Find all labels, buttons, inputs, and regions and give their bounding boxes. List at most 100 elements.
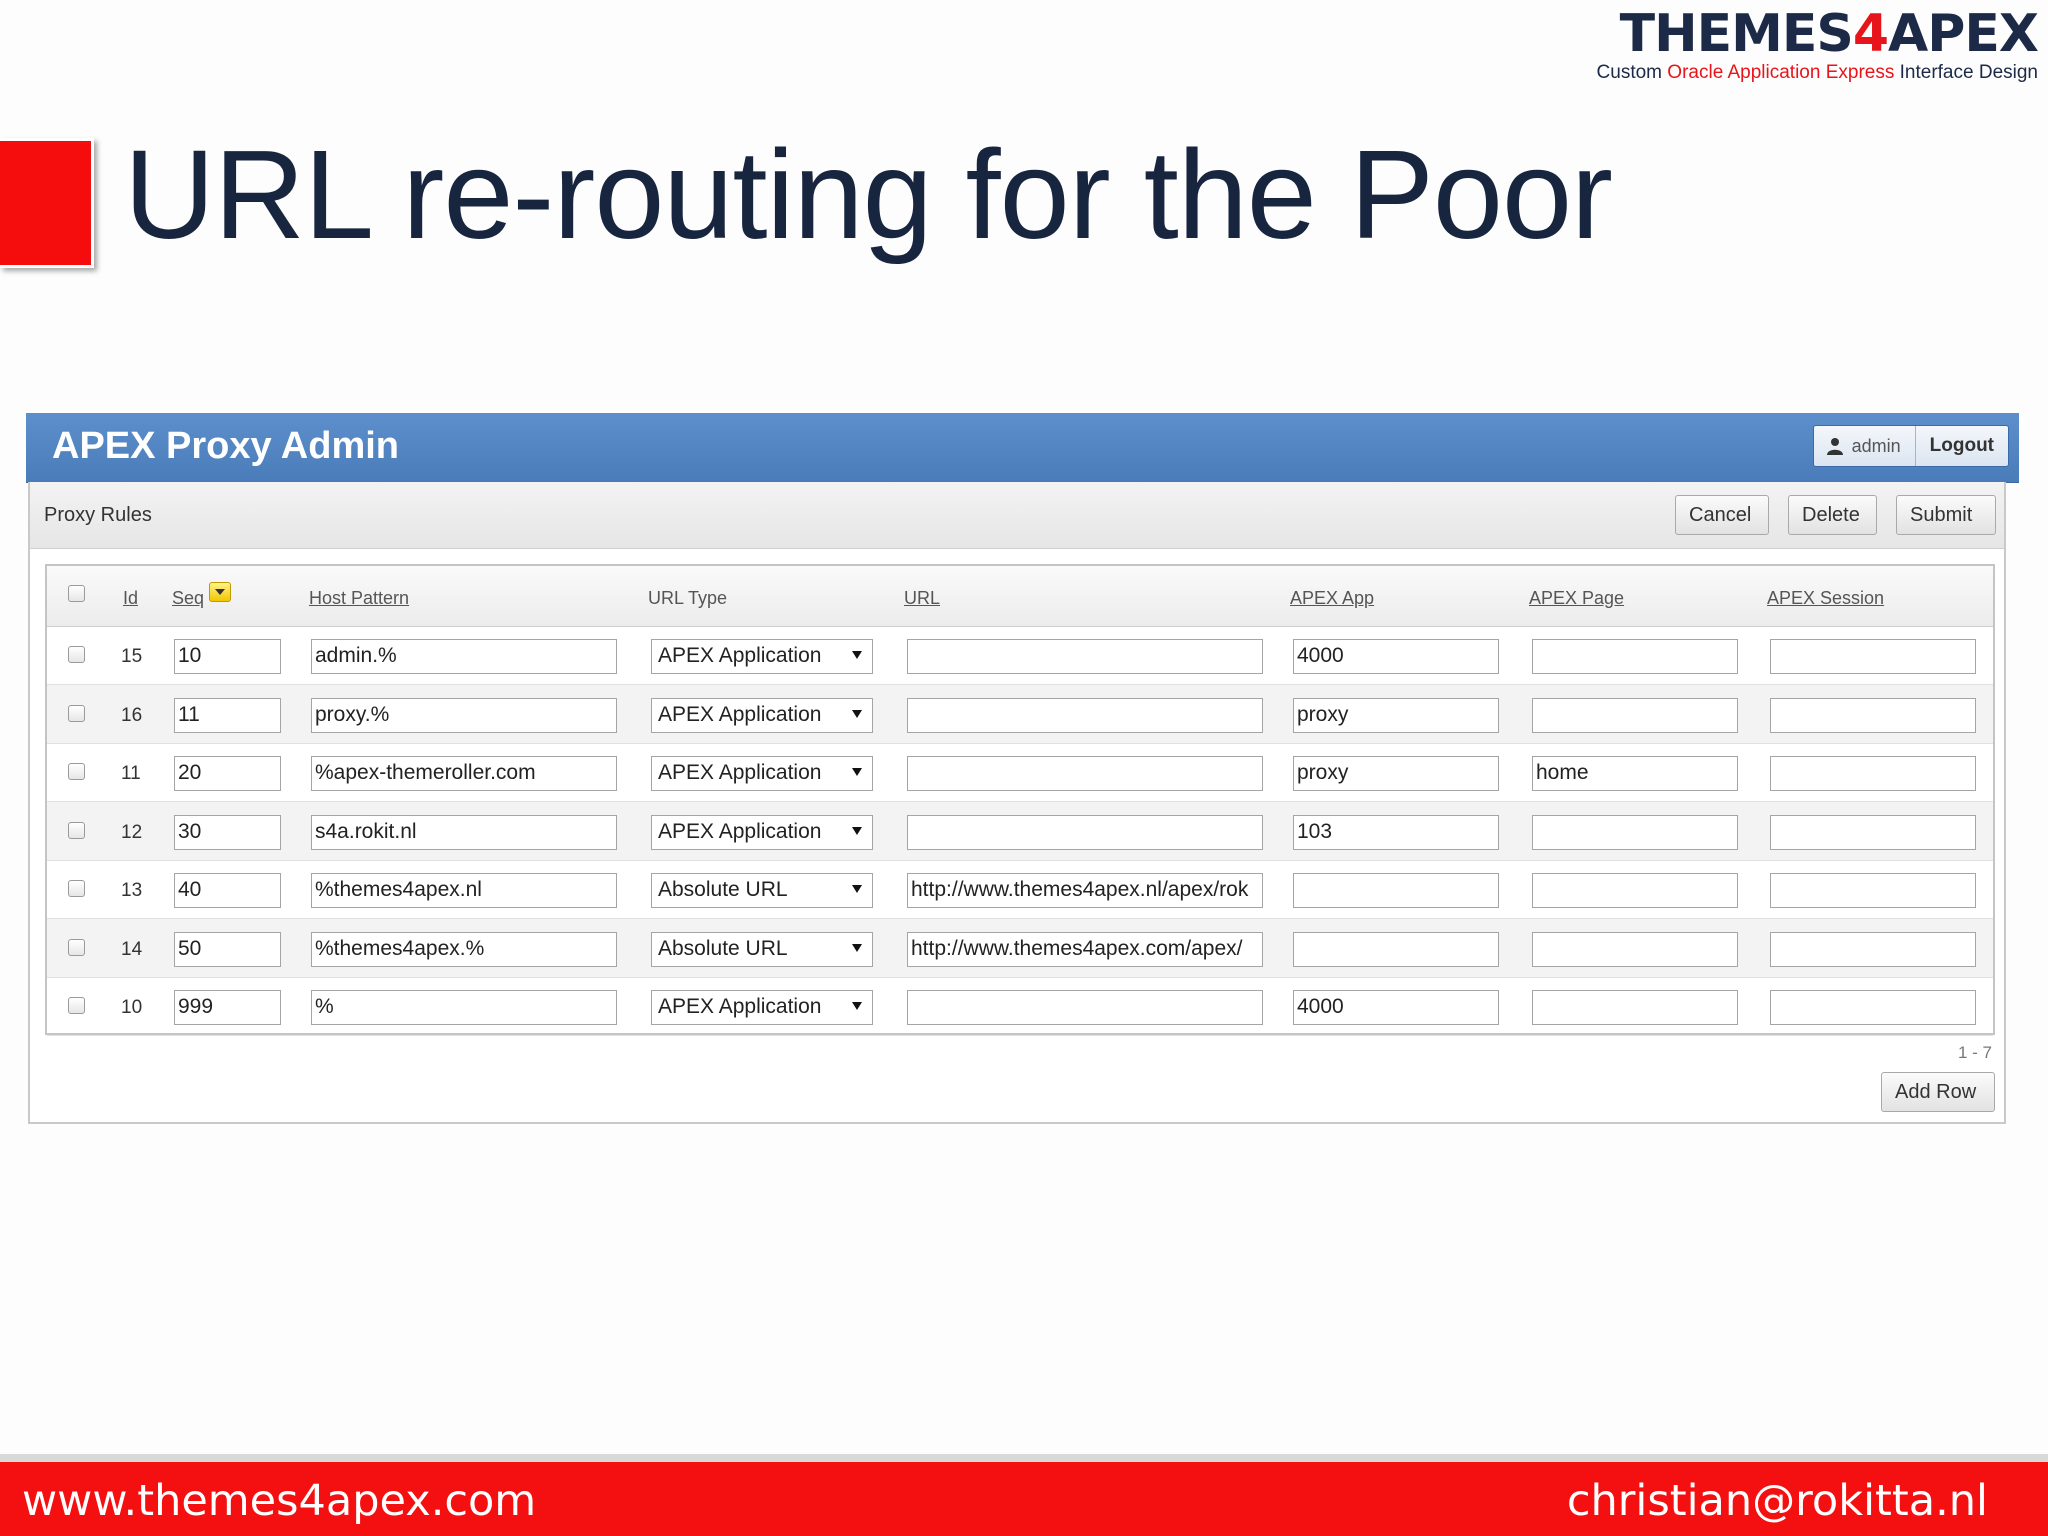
url-input[interactable]: http://www.themes4apex.nl/apex/rok <box>907 873 1263 908</box>
apex-session-input[interactable] <box>1770 990 1976 1025</box>
col-header-url[interactable]: URL <box>904 588 940 609</box>
dropdown-arrow-icon <box>852 651 862 659</box>
host-pattern-input[interactable]: admin.% <box>311 639 617 674</box>
red-accent-square <box>0 138 94 268</box>
row-select-checkbox[interactable] <box>68 763 85 780</box>
logo-wordmark: THEMES4APEX <box>1619 4 2039 64</box>
apex-page-input[interactable] <box>1532 639 1738 674</box>
row-id: 12 <box>121 821 143 843</box>
seq-input[interactable]: 30 <box>174 814 281 850</box>
url-type-value: APEX Application <box>658 819 822 843</box>
col-header-apex-app[interactable]: APEX App <box>1290 588 1374 609</box>
slide-footer: www.themes4apex.com christian@rokitta.nl <box>0 1462 2048 1536</box>
user-icon <box>1826 438 1843 455</box>
app-title: APEX Proxy Admin <box>52 425 400 467</box>
pagination-info: 1 - 7 <box>1958 1043 1993 1062</box>
footer-email: christian@rokitta.nl <box>1566 1476 1988 1526</box>
apex-session-input[interactable] <box>1770 931 1976 967</box>
cancel-button[interactable]: Cancel <box>1675 495 1769 535</box>
dropdown-arrow-icon <box>852 1002 862 1010</box>
apex-page-input[interactable] <box>1532 931 1738 967</box>
footer-divider <box>0 1454 2048 1462</box>
apex-session-input[interactable] <box>1770 639 1976 674</box>
url-type-select[interactable]: APEX Application <box>651 990 873 1025</box>
col-header-apex-session[interactable]: APEX Session <box>1767 588 1884 609</box>
url-type-select[interactable]: APEX Application <box>651 639 873 674</box>
table-row: 16 11 proxy.% APEX Application proxy <box>47 684 1993 744</box>
host-pattern-input[interactable]: %themes4apex.nl <box>311 873 617 908</box>
apex-session-input[interactable] <box>1770 697 1976 733</box>
apex-page-input[interactable]: home <box>1532 756 1738 791</box>
table-row: 14 50 %themes4apex.% Absolute URL http://www… <box>47 918 1993 978</box>
url-input[interactable] <box>907 756 1263 791</box>
apex-app-input[interactable]: 103 <box>1293 814 1499 850</box>
sort-descending-icon[interactable] <box>209 582 231 602</box>
apex-proxy-admin-window: APEX Proxy Admin admin Logout Proxy Rule… <box>26 413 2019 1125</box>
row-id: 13 <box>121 880 143 901</box>
dropdown-arrow-icon <box>852 768 862 776</box>
url-input[interactable] <box>907 990 1263 1025</box>
col-header-seq[interactable]: Seq <box>172 588 204 609</box>
seq-input[interactable]: 10 <box>174 639 281 674</box>
host-pattern-input[interactable]: proxy.% <box>311 697 617 733</box>
host-pattern-input[interactable]: s4a.rokit.nl <box>311 814 617 850</box>
current-user[interactable]: admin <box>1814 426 1916 466</box>
col-header-apex-page[interactable]: APEX Page <box>1529 588 1624 609</box>
url-type-select[interactable]: Absolute URL <box>651 873 873 908</box>
url-input[interactable] <box>907 639 1263 674</box>
url-type-select[interactable]: Absolute URL <box>651 931 873 967</box>
col-header-url-type: URL Type <box>648 588 728 608</box>
row-select-checkbox[interactable] <box>68 704 85 722</box>
add-row-button[interactable]: Add Row <box>1881 1072 1995 1112</box>
delete-button[interactable]: Delete <box>1788 495 1877 535</box>
apex-session-input[interactable] <box>1770 756 1976 791</box>
host-pattern-input[interactable]: %themes4apex.% <box>311 931 617 967</box>
row-select-checkbox[interactable] <box>68 646 85 663</box>
dropdown-arrow-icon <box>852 826 862 835</box>
apex-session-input[interactable] <box>1770 873 1976 908</box>
apex-app-input[interactable]: proxy <box>1293 697 1499 733</box>
seq-input[interactable]: 20 <box>174 756 281 791</box>
seq-input[interactable]: 999 <box>174 990 281 1025</box>
host-pattern-input[interactable]: %apex-themeroller.com <box>311 756 617 791</box>
apex-app-input[interactable]: 4000 <box>1293 639 1499 674</box>
url-type-value: APEX Application <box>658 761 822 784</box>
logout-button[interactable]: Logout <box>1916 426 2008 466</box>
table-row: 11 20 %apex-themeroller.com APEX Applicatio… <box>47 743 1993 802</box>
apex-app-input[interactable]: 4000 <box>1293 990 1499 1025</box>
url-type-select[interactable]: APEX Application <box>651 756 873 791</box>
apex-page-input[interactable] <box>1532 873 1738 908</box>
url-type-value: APEX Application <box>658 702 822 726</box>
row-id: 14 <box>121 938 143 960</box>
url-type-value: Absolute URL <box>658 878 788 901</box>
row-select-checkbox[interactable] <box>68 997 85 1014</box>
row-select-checkbox[interactable] <box>68 880 85 897</box>
url-input[interactable]: http://www.themes4apex.com/apex/ <box>907 931 1263 967</box>
url-input[interactable] <box>907 697 1263 733</box>
url-type-select[interactable]: APEX Application <box>651 814 873 850</box>
apex-app-input[interactable] <box>1293 931 1499 967</box>
col-header-id[interactable]: Id <box>123 588 138 609</box>
seq-input[interactable]: 11 <box>174 697 281 733</box>
seq-input[interactable]: 40 <box>174 873 281 908</box>
col-header-host-pattern[interactable]: Host Pattern <box>309 588 409 609</box>
apex-app-input[interactable]: proxy <box>1293 756 1499 791</box>
row-select-checkbox[interactable] <box>68 821 85 839</box>
url-type-select[interactable]: APEX Application <box>651 697 873 733</box>
row-id: 16 <box>121 704 143 726</box>
apex-page-input[interactable] <box>1532 697 1738 733</box>
row-id: 15 <box>121 646 143 667</box>
select-all-checkbox[interactable] <box>68 585 85 602</box>
url-input[interactable] <box>907 814 1263 850</box>
url-type-value: Absolute URL <box>658 936 788 960</box>
apex-page-input[interactable] <box>1532 990 1738 1025</box>
apex-session-input[interactable] <box>1770 814 1976 850</box>
dropdown-arrow-icon <box>852 885 862 893</box>
apex-app-input[interactable] <box>1293 873 1499 908</box>
row-select-checkbox[interactable] <box>68 938 85 956</box>
proxy-rules-grid: Id Seq Host Pattern URL Type URL APEX Ap… <box>45 564 1995 1036</box>
seq-input[interactable]: 50 <box>174 931 281 967</box>
host-pattern-input[interactable]: % <box>311 990 617 1025</box>
submit-button[interactable]: Submit <box>1896 495 1996 535</box>
apex-page-input[interactable] <box>1532 814 1738 850</box>
